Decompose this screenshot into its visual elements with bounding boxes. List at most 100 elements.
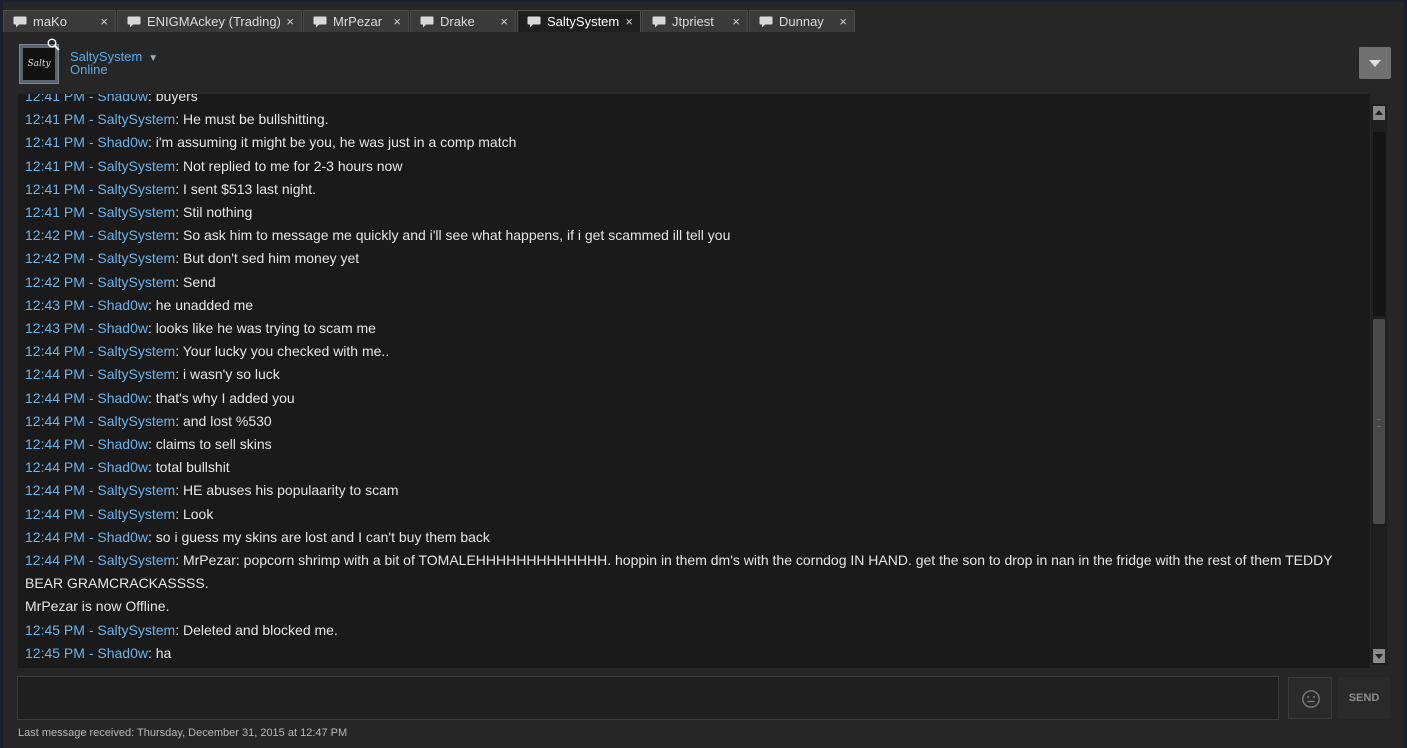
message-text: that's why I added you	[155, 389, 295, 406]
chat-message: 12:42 PM - SaltySystem: Send	[25, 271, 1365, 294]
message-text: looks like he was trying to scam me	[155, 320, 376, 337]
message-sender[interactable]: Shad0w	[97, 320, 148, 336]
message-time: 12:43 PM	[25, 320, 85, 337]
message-text: Look	[182, 505, 214, 522]
message-sender[interactable]: SaltySystem	[97, 413, 175, 429]
message-sender[interactable]: SaltySystem	[97, 204, 175, 220]
chat-window: maKo × ENIGMAckey (Trading) × MrPezar × Drake ×…	[0, 0, 1407, 748]
tab-jtpriest[interactable]: Jtpriest ×	[642, 10, 748, 32]
tab-saltysystem[interactable]: SaltySystem ×	[517, 10, 641, 32]
message-text: Stil nothing	[182, 204, 253, 221]
close-icon[interactable]: ×	[100, 14, 108, 29]
message-sender[interactable]: Shad0w	[97, 529, 148, 545]
message-sender[interactable]: SaltySystem	[97, 227, 175, 243]
message-colon: :	[175, 250, 183, 267]
emoji-button[interactable]	[1288, 677, 1332, 719]
chat-message: 12:44 PM - SaltySystem: i wasn'y so luck	[25, 363, 1365, 386]
message-colon: :	[147, 436, 156, 453]
message-sender[interactable]: Shad0w	[97, 459, 148, 475]
chat-message: 12:44 PM - SaltySystem: Your lucky you c…	[25, 340, 1365, 363]
options-dropdown-button[interactable]	[1359, 47, 1391, 79]
tab-mrpezar[interactable]: MrPezar ×	[303, 10, 409, 32]
tab-label: maKo	[33, 14, 67, 29]
message-sender[interactable]: SaltySystem	[97, 111, 175, 127]
message-time: 12:44 PM	[25, 412, 85, 429]
message-separator: -	[84, 343, 98, 360]
message-colon: :	[147, 94, 156, 104]
message-input[interactable]	[17, 676, 1279, 720]
message-sender[interactable]: SaltySystem	[97, 622, 175, 638]
message-time: 12:45 PM	[25, 644, 85, 661]
chat-message: 12:41 PM - Shad0w: i'm assuming it might…	[25, 131, 1365, 154]
tab-enigmackey-trading[interactable]: ENIGMAckey (Trading) ×	[117, 10, 302, 32]
message-separator: -	[84, 296, 98, 313]
message-time: 12:41 PM	[25, 111, 85, 128]
chat-scrollbar[interactable]	[1371, 104, 1387, 665]
message-time: 12:45 PM	[25, 621, 85, 638]
message-sender[interactable]: SaltySystem	[97, 250, 175, 266]
message-sender[interactable]: SaltySystem	[97, 552, 175, 568]
message-sender[interactable]: Shad0w	[97, 436, 148, 452]
message-text: Deleted and blocked me.	[182, 621, 338, 638]
message-separator: -	[84, 412, 98, 429]
message-text: But don't sed him money yet	[182, 250, 360, 267]
message-sender[interactable]: Shad0w	[97, 94, 148, 104]
chat-bubble-icon	[127, 16, 141, 28]
message-colon: :	[175, 111, 183, 128]
message-sender[interactable]: Shad0w	[97, 645, 148, 661]
message-colon: :	[147, 389, 156, 406]
chat-bubble-icon	[527, 16, 541, 28]
chat-log-lines: 12:41 PM - Shad0w: buyers 12:41 PM - Salt…	[25, 94, 1365, 665]
message-colon: :	[175, 505, 183, 522]
chat-log[interactable]: 12:41 PM - Shad0w: buyers 12:41 PM - Salt…	[18, 94, 1370, 668]
message-sender[interactable]: SaltySystem	[97, 158, 175, 174]
last-message-status: Last message received: Thursday, Decembe…	[18, 727, 348, 739]
close-icon[interactable]: ×	[286, 14, 294, 29]
message-separator: -	[84, 320, 98, 337]
scroll-thumb[interactable]	[1373, 319, 1385, 524]
message-separator: -	[84, 250, 98, 267]
message-colon: :	[175, 273, 183, 290]
tab-drake[interactable]: Drake ×	[410, 10, 516, 32]
send-button[interactable]: SEND	[1338, 677, 1390, 719]
close-icon[interactable]: ×	[839, 14, 847, 29]
message-text: HE abuses his populaarity to scam	[182, 482, 399, 499]
message-text: and lost %530	[182, 412, 272, 429]
message-text: He must be bullshitting.	[182, 111, 329, 128]
chat-message: 12:44 PM - Shad0w: claims to sell skins	[25, 433, 1365, 456]
chat-message: 12:44 PM - SaltySystem: Look	[25, 503, 1365, 526]
message-time: 12:44 PM	[25, 459, 85, 476]
message-text: claims to sell skins	[155, 436, 272, 453]
message-sender[interactable]: Shad0w	[97, 134, 148, 150]
message-sender[interactable]: SaltySystem	[97, 181, 175, 197]
scroll-track[interactable]	[1373, 132, 1385, 316]
message-sender[interactable]: Shad0w	[97, 390, 148, 406]
message-sender[interactable]: Shad0w	[97, 297, 148, 313]
message-sender[interactable]: SaltySystem	[97, 343, 175, 359]
close-icon[interactable]: ×	[393, 14, 401, 29]
message-sender[interactable]: SaltySystem	[97, 482, 175, 498]
message-text: so i guess my skins are lost and I can't…	[155, 528, 490, 545]
chevron-down-icon: ▼	[148, 53, 159, 64]
tab-mako[interactable]: maKo ×	[3, 10, 116, 32]
tab-dunnay[interactable]: Dunnay ×	[749, 10, 855, 32]
message-sender[interactable]: SaltySystem	[97, 366, 175, 382]
contact-status: Online	[70, 62, 108, 77]
chat-message: 12:43 PM - Shad0w: he unadded me	[25, 294, 1365, 317]
scroll-up-arrow-icon[interactable]	[1373, 106, 1385, 120]
message-time: 12:43 PM	[25, 296, 85, 313]
message-time: 12:41 PM	[25, 157, 85, 174]
chat-message: 12:41 PM - SaltySystem: He must be bulls…	[25, 108, 1365, 131]
close-icon[interactable]: ×	[625, 14, 633, 29]
scroll-down-arrow-icon[interactable]	[1373, 649, 1385, 663]
message-time: 12:44 PM	[25, 343, 85, 360]
message-sender[interactable]: SaltySystem	[97, 506, 175, 522]
magnifier-icon[interactable]	[47, 38, 60, 56]
message-time: 12:44 PM	[25, 528, 85, 545]
close-icon[interactable]: ×	[732, 14, 740, 29]
tab-label: Jtpriest	[672, 14, 714, 29]
close-icon[interactable]: ×	[500, 14, 508, 29]
message-sender[interactable]: SaltySystem	[97, 274, 175, 290]
message-separator: -	[84, 227, 98, 244]
message-time: 12:42 PM	[25, 273, 85, 290]
